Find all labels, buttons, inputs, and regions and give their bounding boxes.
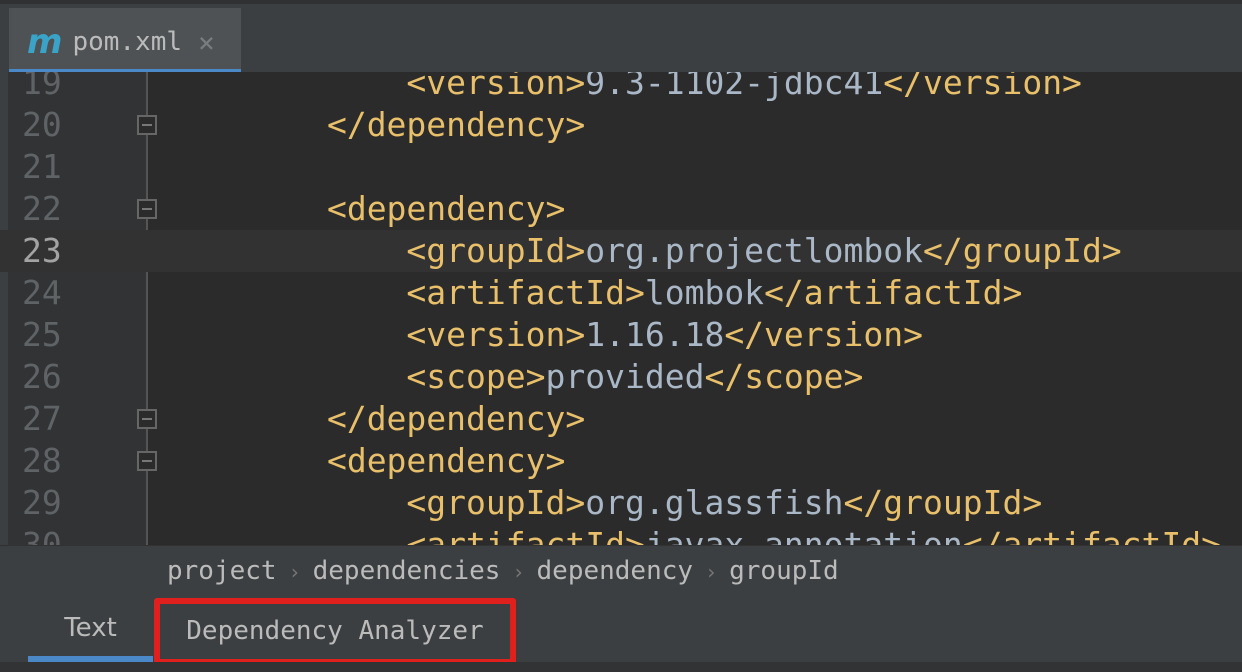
code-text: <groupId>org.projectlombok</groupId> [168, 230, 1122, 272]
xml-tag: <artifactId> [406, 525, 645, 545]
code-text: <artifactId>javax.annotation</artifactId… [168, 524, 1221, 545]
code-line[interactable]: 29 <groupId>org.glassfish</groupId> [0, 482, 1242, 524]
editor-tab-bar: m pom.xml × [0, 0, 1242, 76]
line-number: 28 [22, 441, 62, 480]
code-line[interactable]: 28 <dependency> [0, 440, 1242, 482]
xml-tag: </dependency> [326, 105, 586, 144]
line-number: 30 [22, 525, 62, 545]
chevron-right-icon: › [512, 560, 525, 584]
breadcrumb: project › dependencies › dependency › groupId [0, 545, 1242, 595]
code-line[interactable]: 24 <artifactId>lombok</artifactId> [0, 272, 1242, 314]
code-text: </dependency> [168, 104, 585, 146]
tab-pom-xml[interactable]: m pom.xml × [9, 8, 241, 76]
chevron-right-icon: › [288, 560, 301, 584]
line-number: 23 [22, 231, 62, 270]
tab-title: pom.xml [72, 27, 183, 57]
xml-tag: <version> [406, 315, 586, 354]
fold-icon[interactable] [137, 451, 157, 471]
code-line[interactable]: 27 </dependency> [0, 398, 1242, 440]
maven-m-icon: m [27, 22, 63, 62]
line-number: 21 [22, 147, 62, 186]
tab-dependency-analyzer-label: Dependency Analyzer [186, 616, 484, 646]
fold-icon[interactable] [137, 409, 157, 429]
bottom-tab-bar: Text Dependency Analyzer [0, 595, 1242, 672]
xml-tag: </artifactId> [962, 525, 1222, 545]
xml-tag: </groupId> [843, 483, 1043, 522]
xml-value: org.projectlombok [585, 231, 923, 270]
line-number: 26 [22, 357, 62, 396]
bottom-edge [0, 662, 1242, 672]
code-line[interactable]: 19 <version>9.3-1102-jdbc41</version> [0, 72, 1242, 104]
chevron-right-icon: › [705, 560, 718, 584]
code-text: <version>9.3-1102-jdbc41</version> [168, 72, 1082, 104]
code-line[interactable]: 23 <groupId>org.projectlombok</groupId> [0, 230, 1242, 272]
code-text: <groupId>org.glassfish</groupId> [168, 482, 1042, 524]
close-icon[interactable]: × [198, 26, 215, 59]
xml-tag: <dependency> [326, 189, 566, 228]
tab-dependency-analyzer[interactable]: Dependency Analyzer [154, 598, 516, 665]
line-number: 20 [22, 105, 62, 144]
code-text: <dependency> [168, 440, 565, 482]
line-number: 19 [22, 72, 62, 102]
code-text: <version>1.16.18</version> [168, 314, 923, 356]
line-number: 22 [22, 189, 62, 228]
xml-value: 1.16.18 [585, 315, 725, 354]
code-line[interactable]: 21 [0, 146, 1242, 188]
code-line[interactable]: 25 <version>1.16.18</version> [0, 314, 1242, 356]
xml-tag: <version> [406, 72, 586, 102]
xml-tag: <groupId> [406, 231, 586, 270]
fold-icon[interactable] [137, 199, 157, 219]
xml-value: provided [545, 357, 705, 396]
xml-tag: <groupId> [406, 483, 586, 522]
xml-value: 9.3-1102-jdbc41 [585, 72, 884, 102]
code-editor[interactable]: 19 <version>9.3-1102-jdbc41</version> 20 … [0, 72, 1242, 545]
code-line[interactable]: 26 <scope>provided</scope> [0, 356, 1242, 398]
breadcrumb-item[interactable]: groupId [729, 556, 839, 586]
xml-tag: <dependency> [326, 441, 566, 480]
xml-value: org.glassfish [585, 483, 844, 522]
xml-value: javax.annotation [644, 525, 963, 545]
line-number: 25 [22, 315, 62, 354]
code-line[interactable]: 20 </dependency> [0, 104, 1242, 146]
code-line[interactable]: 30 <artifactId>javax.annotation</artifac… [0, 524, 1242, 545]
xml-tag: </version> [883, 72, 1082, 102]
xml-tag: <artifactId> [406, 273, 645, 312]
line-number: 27 [22, 399, 62, 438]
code-line[interactable]: 22 <dependency> [0, 188, 1242, 230]
xml-tag: </artifactId> [764, 273, 1023, 312]
xml-tag: </groupId> [923, 231, 1122, 270]
line-number: 29 [22, 483, 62, 522]
line-number: 24 [22, 273, 62, 312]
xml-tag: </dependency> [326, 399, 586, 438]
xml-tag: </scope> [704, 357, 864, 396]
breadcrumb-item[interactable]: dependencies [313, 556, 501, 586]
xml-value: lombok [644, 273, 765, 312]
tab-text[interactable]: Text [28, 595, 153, 662]
xml-tag: </version> [724, 315, 923, 354]
breadcrumb-item[interactable]: project [167, 556, 277, 586]
code-text: </dependency> [168, 398, 585, 440]
fold-icon[interactable] [137, 115, 157, 135]
breadcrumb-item[interactable]: dependency [537, 556, 694, 586]
code-text: <dependency> [168, 188, 565, 230]
tab-text-label: Text [64, 613, 117, 643]
xml-tag: <scope> [406, 357, 546, 396]
code-text: <scope>provided</scope> [168, 356, 863, 398]
code-text: <artifactId>lombok</artifactId> [168, 272, 1022, 314]
